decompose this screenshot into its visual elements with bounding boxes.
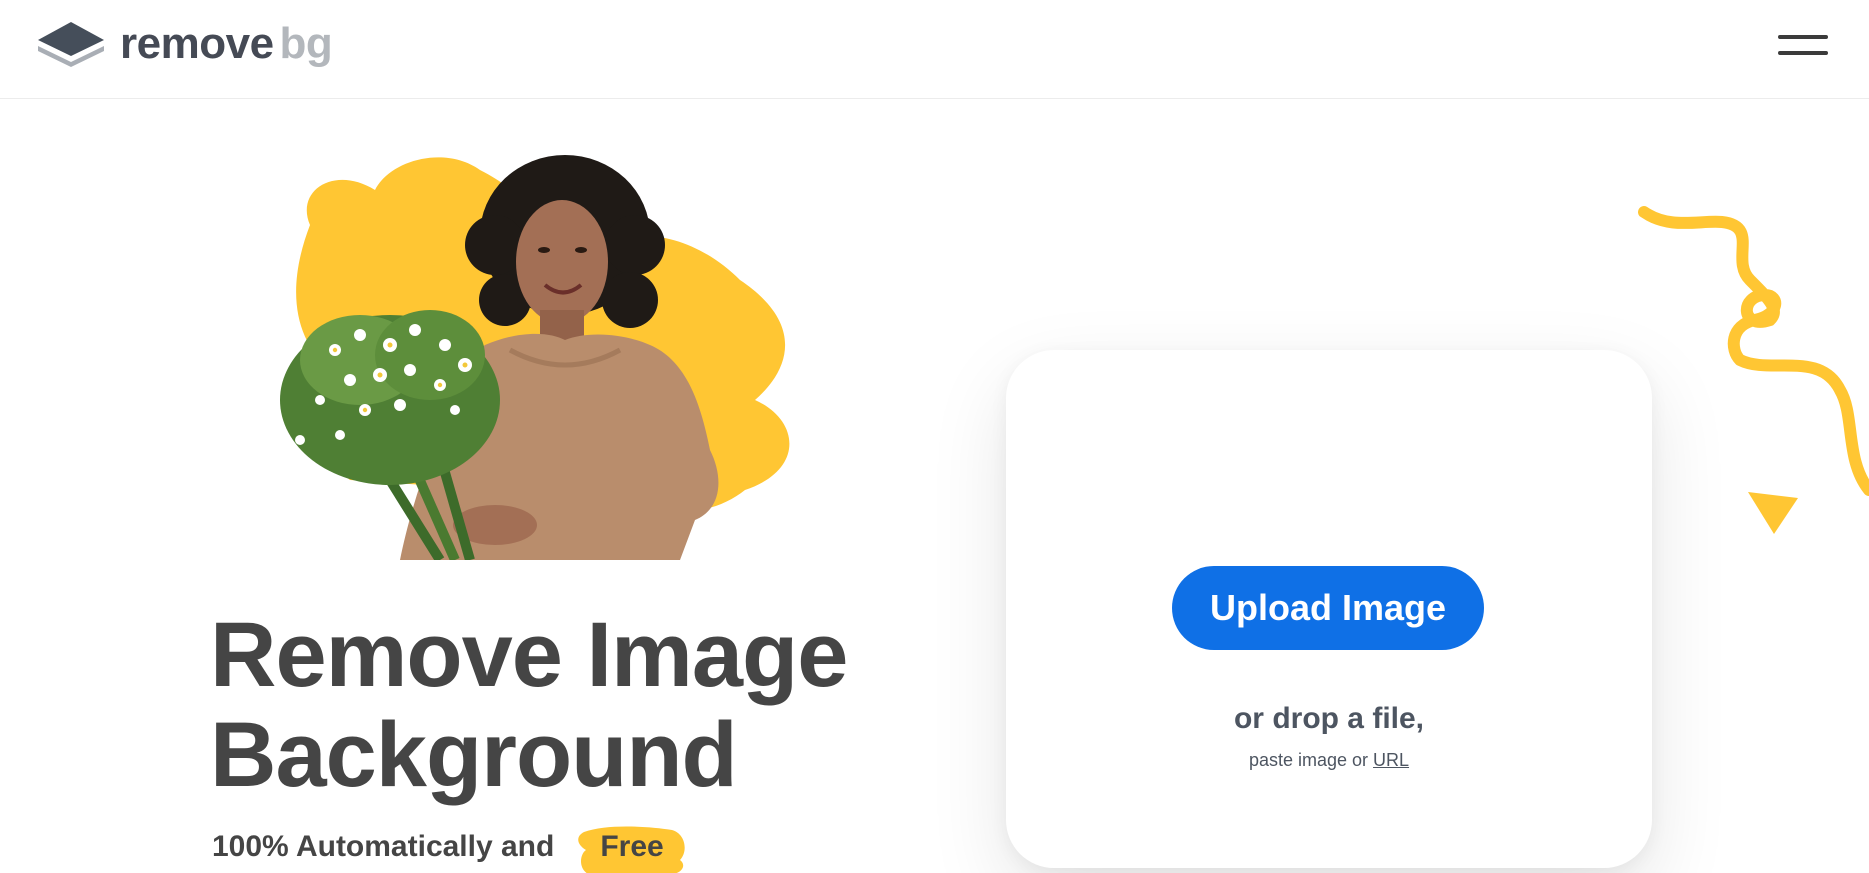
logo-wordmark: remove bg <box>120 19 333 68</box>
yellow-triangle-decoration <box>1748 492 1798 534</box>
logo-word-remove: remove <box>120 19 274 68</box>
logo[interactable]: remove bg <box>36 18 333 70</box>
subtitle-text: 100% Automatically and <box>212 830 555 863</box>
page-title-line-2: Background <box>210 704 738 806</box>
drop-file-text: or drop a file, <box>1233 702 1425 735</box>
layers-logo-icon <box>38 22 104 67</box>
yellow-squiggle-decoration <box>1638 206 1869 496</box>
free-badge-label: Free <box>600 830 664 863</box>
page-title-line-1: Remove Image <box>210 604 848 706</box>
paste-image-line: paste image or URL <box>1006 750 1652 771</box>
upload-image-button[interactable]: Upload Image <box>1172 566 1484 650</box>
paste-image-text: paste image or <box>1248 750 1374 770</box>
menu-bar-top <box>1778 35 1828 39</box>
menu-bar-bottom <box>1778 51 1828 55</box>
subtitle: 100% Automatically and Free <box>212 826 688 873</box>
face-shape <box>516 200 608 324</box>
top-navbar: remove bg <box>0 0 1869 99</box>
page: remove bg Remove Image Background 100% A… <box>0 0 1869 873</box>
free-badge: Free <box>576 826 687 873</box>
upload-dropzone[interactable]: Upload Image or drop a file, paste image… <box>1006 350 1652 868</box>
logo-word-bg: bg <box>279 19 333 68</box>
page-title: Remove Image Background <box>210 604 848 806</box>
url-link[interactable]: URL <box>1373 750 1409 770</box>
hamburger-menu-icon[interactable] <box>1778 28 1828 62</box>
hero-image <box>280 155 790 560</box>
